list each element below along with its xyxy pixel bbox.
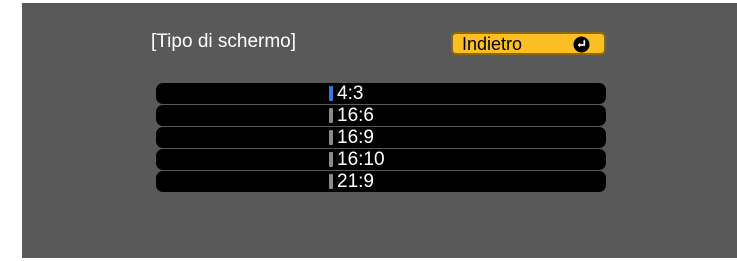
option-16-10[interactable]: 16:10 — [156, 149, 606, 170]
selection-indicator — [329, 152, 333, 167]
option-16-6[interactable]: 16:6 — [156, 105, 606, 126]
option-label: 16:10 — [337, 149, 385, 170]
option-label: 4:3 — [337, 83, 364, 104]
option-4-3[interactable]: 4:3 — [156, 83, 606, 104]
selection-indicator — [329, 86, 333, 101]
screen-type-list: 4:3 16:6 16:9 16:10 21:9 — [156, 83, 606, 193]
enter-return-icon — [573, 36, 590, 53]
page-title: [Tipo di schermo] — [151, 31, 297, 52]
option-label: 21:9 — [337, 171, 374, 192]
option-16-9[interactable]: 16:9 — [156, 127, 606, 148]
back-button-label: Indietro — [462, 33, 523, 54]
selection-indicator — [329, 108, 333, 123]
option-label: 16:6 — [337, 105, 374, 126]
back-button[interactable]: Indietro — [451, 32, 606, 55]
selection-indicator — [329, 130, 333, 145]
option-label: 16:9 — [337, 127, 374, 148]
selection-indicator — [329, 174, 333, 189]
option-21-9[interactable]: 21:9 — [156, 171, 606, 192]
projector-menu-screen: [Tipo di schermo] Indietro 4:3 16:6 16:9… — [22, 3, 737, 258]
